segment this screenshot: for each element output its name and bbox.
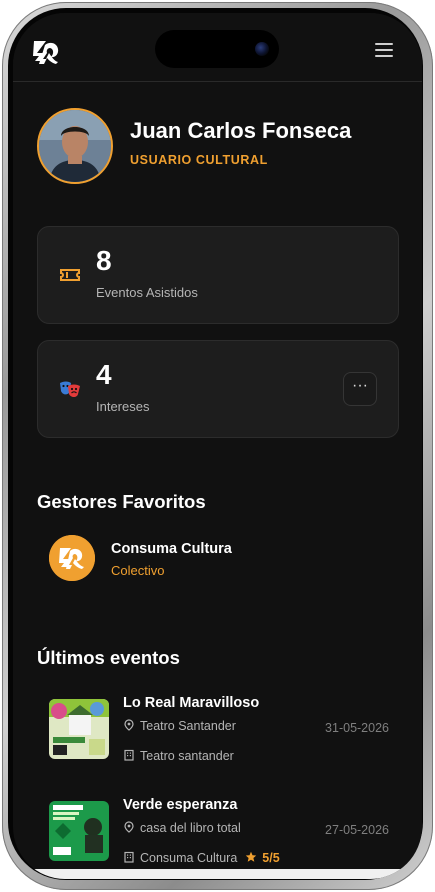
bottom-edge: [13, 869, 422, 879]
event-thumbnail: [49, 699, 109, 759]
event-organizer-text: Teatro santander: [140, 749, 234, 763]
event-date: 31-05-2026: [325, 721, 389, 735]
theater-masks-icon: [58, 377, 82, 401]
stat-value: 8: [96, 245, 112, 276]
user-role: USUARIO CULTURAL: [130, 153, 268, 167]
event-organizer-text: Consuma Cultura: [140, 851, 238, 865]
event-venue-text: Teatro Santander: [140, 719, 236, 733]
stat-value: 4: [96, 359, 112, 390]
stat-label: Eventos Asistidos: [96, 285, 198, 300]
event-item[interactable]: Verde esperanza casa del libro total Con…: [49, 797, 389, 873]
events-title: Últimos eventos: [37, 647, 180, 668]
event-organizer: Teatro santander: [123, 749, 234, 763]
more-options-button[interactable]: ···: [343, 372, 377, 406]
event-venue-text: casa del libro total: [140, 821, 241, 835]
building-icon: [124, 851, 134, 863]
app-logo[interactable]: [31, 37, 61, 65]
event-item[interactable]: Lo Real Maravilloso Teatro Santander Tea…: [49, 695, 389, 771]
favorite-type: Colectivo: [111, 563, 165, 578]
building-icon: [124, 749, 134, 761]
app-screen: Juan Carlos Fonseca USUARIO CULTURAL 8 E…: [13, 13, 422, 879]
favorites-title: Gestores Favoritos: [37, 491, 206, 512]
location-pin-icon: [124, 821, 134, 833]
consuma-cultura-logo-icon: [49, 535, 95, 581]
event-thumbnail: [49, 801, 109, 861]
stat-card-intereses[interactable]: 4 Intereses ···: [37, 340, 399, 438]
top-bar: [13, 13, 422, 82]
event-rating: 5/5: [245, 851, 280, 865]
avatar[interactable]: [37, 108, 113, 184]
favorite-name: Consuma Cultura: [111, 541, 232, 557]
dynamic-island: [155, 30, 279, 68]
favorite-manager-item[interactable]: Consuma Cultura Colectivo: [49, 535, 379, 585]
user-name: Juan Carlos Fonseca: [130, 118, 352, 143]
camera-icon: [255, 42, 269, 56]
event-venue: casa del libro total: [123, 821, 241, 835]
event-date: 27-05-2026: [325, 823, 389, 837]
event-rating-value: 5/5: [262, 851, 280, 865]
event-title: Verde esperanza: [123, 797, 238, 813]
event-title: Lo Real Maravilloso: [123, 695, 260, 711]
ticket-icon: [58, 263, 82, 287]
hamburger-menu-icon[interactable]: [375, 43, 393, 57]
stat-card-eventos[interactable]: 8 Eventos Asistidos: [37, 226, 399, 324]
event-venue: Teatro Santander: [123, 719, 236, 733]
location-pin-icon: [124, 719, 134, 731]
event-organizer: Consuma Cultura 5/5: [123, 851, 280, 865]
stat-label: Intereses: [96, 399, 150, 414]
star-icon: [246, 851, 257, 862]
